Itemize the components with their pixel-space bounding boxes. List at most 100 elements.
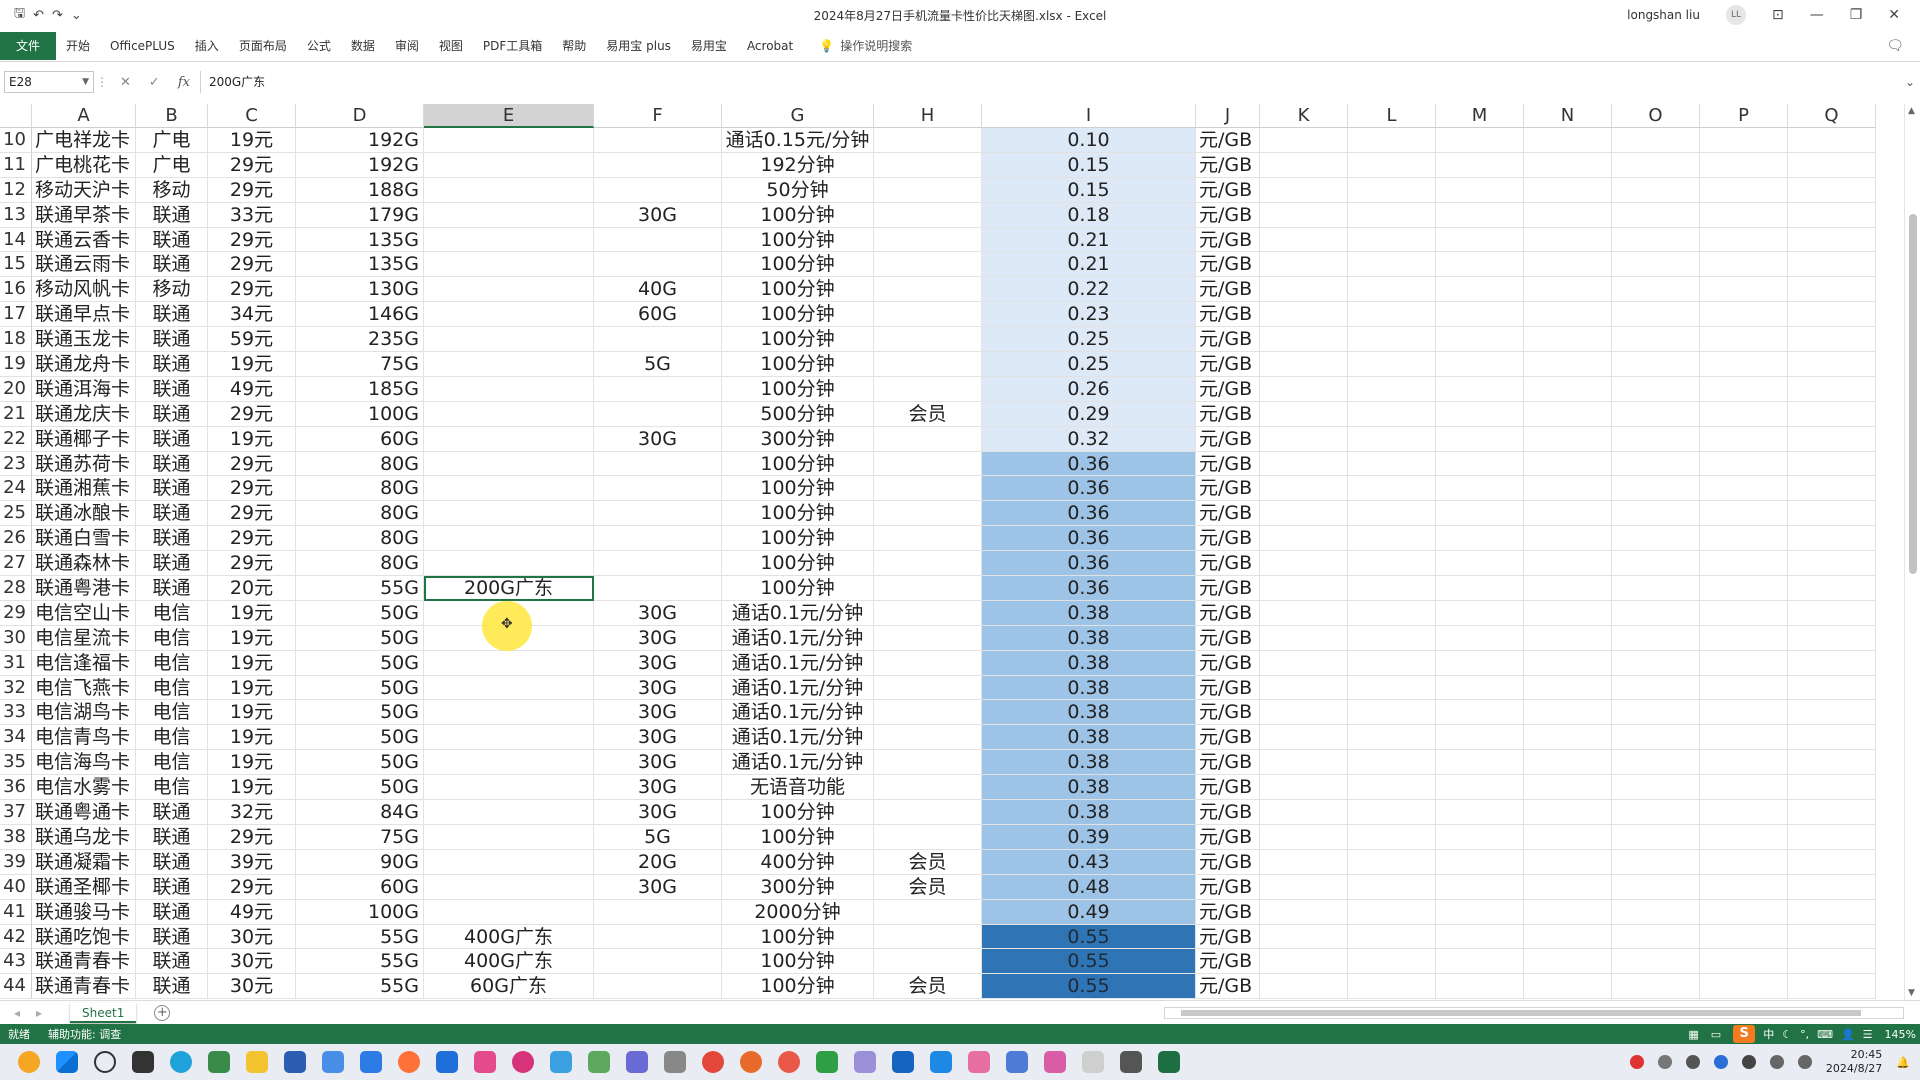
cell-f[interactable]: 30G [594, 675, 722, 701]
cell-l[interactable] [1348, 252, 1436, 278]
cell-b[interactable]: 电信 [136, 775, 208, 801]
cell-n[interactable] [1524, 227, 1612, 253]
cell-q[interactable] [1788, 800, 1876, 825]
cell-n[interactable] [1524, 625, 1612, 651]
sheet-tab-sheet1[interactable]: Sheet1 [70, 1002, 137, 1023]
cell-d[interactable]: 188G [296, 177, 424, 203]
cell-f[interactable] [594, 501, 722, 527]
cell-l[interactable] [1348, 600, 1436, 626]
cell-q[interactable] [1788, 725, 1876, 751]
row-header[interactable]: 43 [0, 949, 32, 975]
vertical-scrollbar[interactable]: ▲ ▼ [1904, 104, 1920, 1000]
tab-formulas[interactable]: 公式 [297, 30, 341, 62]
cell-l[interactable] [1348, 625, 1436, 651]
sheet-prev-icon[interactable]: ◂ [14, 1006, 20, 1020]
cell-d[interactable]: 60G [296, 426, 424, 452]
cell-k[interactable] [1260, 252, 1348, 278]
cell-h[interactable] [874, 551, 982, 577]
cell-j[interactable]: 元/GB [1196, 376, 1260, 402]
cell-k[interactable] [1260, 177, 1348, 203]
row-header[interactable]: 39 [0, 849, 32, 875]
cell-i[interactable]: 0.55 [982, 949, 1196, 975]
cell-b[interactable]: 电信 [136, 700, 208, 726]
column-header-a[interactable]: A [32, 104, 136, 128]
cell-k[interactable] [1260, 949, 1348, 975]
row-header[interactable]: 17 [0, 302, 32, 328]
tab-acrobat[interactable]: Acrobat [737, 30, 803, 62]
cell-c[interactable]: 29元 [208, 227, 296, 253]
cell-f[interactable]: 5G [594, 824, 722, 850]
cell-p[interactable] [1700, 625, 1788, 651]
cell-g[interactable]: 100分钟 [722, 824, 874, 850]
cell-l[interactable] [1348, 451, 1436, 477]
cell-k[interactable] [1260, 800, 1348, 825]
cell-i[interactable]: 0.25 [982, 352, 1196, 377]
scroll-up-icon[interactable]: ▲ [1908, 106, 1915, 116]
cell-i[interactable]: 0.10 [982, 128, 1196, 153]
cell-p[interactable] [1700, 152, 1788, 178]
cell-f[interactable]: 30G [594, 625, 722, 651]
cell-n[interactable] [1524, 576, 1612, 601]
cell-c[interactable]: 29元 [208, 252, 296, 278]
cell-l[interactable] [1348, 376, 1436, 402]
moon-icon[interactable]: ☾ [1782, 1028, 1792, 1041]
cell-a[interactable]: 电信空山卡 [32, 600, 136, 626]
cell-f[interactable] [594, 327, 722, 353]
cell-d[interactable]: 135G [296, 227, 424, 253]
wifi-icon[interactable] [1769, 1055, 1784, 1069]
cell-k[interactable] [1260, 551, 1348, 577]
cell-g[interactable]: 100分钟 [722, 576, 874, 601]
row-header[interactable]: 20 [0, 376, 32, 402]
cell-h[interactable] [874, 202, 982, 228]
cell-b[interactable]: 联通 [136, 252, 208, 278]
app-icon[interactable] [474, 1051, 496, 1073]
cell-l[interactable] [1348, 949, 1436, 975]
cell-p[interactable] [1700, 725, 1788, 751]
row-header[interactable]: 41 [0, 899, 32, 925]
cell-o[interactable] [1612, 700, 1700, 726]
cell-j[interactable]: 元/GB [1196, 974, 1260, 1000]
cell-m[interactable] [1436, 152, 1524, 178]
cell-k[interactable] [1260, 476, 1348, 502]
cell-o[interactable] [1612, 152, 1700, 178]
cell-i[interactable]: 0.18 [982, 202, 1196, 228]
cell-e[interactable] [424, 849, 594, 875]
column-header-p[interactable]: P [1700, 104, 1788, 128]
ribbon-display-icon[interactable]: ⊡ [1772, 7, 1784, 23]
cell-m[interactable] [1436, 675, 1524, 701]
search-icon[interactable] [94, 1051, 116, 1073]
cell-h[interactable] [874, 252, 982, 278]
cell-n[interactable] [1524, 202, 1612, 228]
cell-i[interactable]: 0.38 [982, 700, 1196, 726]
cell-c[interactable]: 29元 [208, 152, 296, 178]
cell-g[interactable]: 100分钟 [722, 352, 874, 377]
cell-h[interactable]: 会员 [874, 874, 982, 900]
cell-d[interactable]: 130G [296, 277, 424, 303]
cell-k[interactable] [1260, 700, 1348, 726]
cell-n[interactable] [1524, 725, 1612, 751]
ime-toolbar[interactable]: S 中 ☾ °, ⌨ 👤 ☰ [1733, 1025, 1873, 1043]
cell-e[interactable]: 60G广东 [424, 974, 594, 1000]
cell-e[interactable] [424, 750, 594, 776]
cell-m[interactable] [1436, 352, 1524, 377]
cell-g[interactable]: 300分钟 [722, 426, 874, 452]
cell-j[interactable]: 元/GB [1196, 924, 1260, 950]
cell-n[interactable] [1524, 824, 1612, 850]
add-sheet-icon[interactable]: + [154, 1004, 171, 1021]
cell-o[interactable] [1612, 128, 1700, 153]
cell-k[interactable] [1260, 625, 1348, 651]
cell-h[interactable] [874, 725, 982, 751]
cell-q[interactable] [1788, 426, 1876, 452]
cell-l[interactable] [1348, 177, 1436, 203]
cell-f[interactable]: 30G [594, 874, 722, 900]
cell-n[interactable] [1524, 252, 1612, 278]
enter-icon[interactable]: ✓ [149, 75, 160, 90]
chrome-icon[interactable] [702, 1051, 724, 1073]
cell-j[interactable]: 元/GB [1196, 426, 1260, 452]
cell-a[interactable]: 联通青春卡 [32, 949, 136, 975]
cell-o[interactable] [1612, 526, 1700, 552]
cell-j[interactable]: 元/GB [1196, 551, 1260, 577]
cell-g[interactable]: 400分钟 [722, 849, 874, 875]
cell-k[interactable] [1260, 202, 1348, 228]
cell-q[interactable] [1788, 899, 1876, 925]
